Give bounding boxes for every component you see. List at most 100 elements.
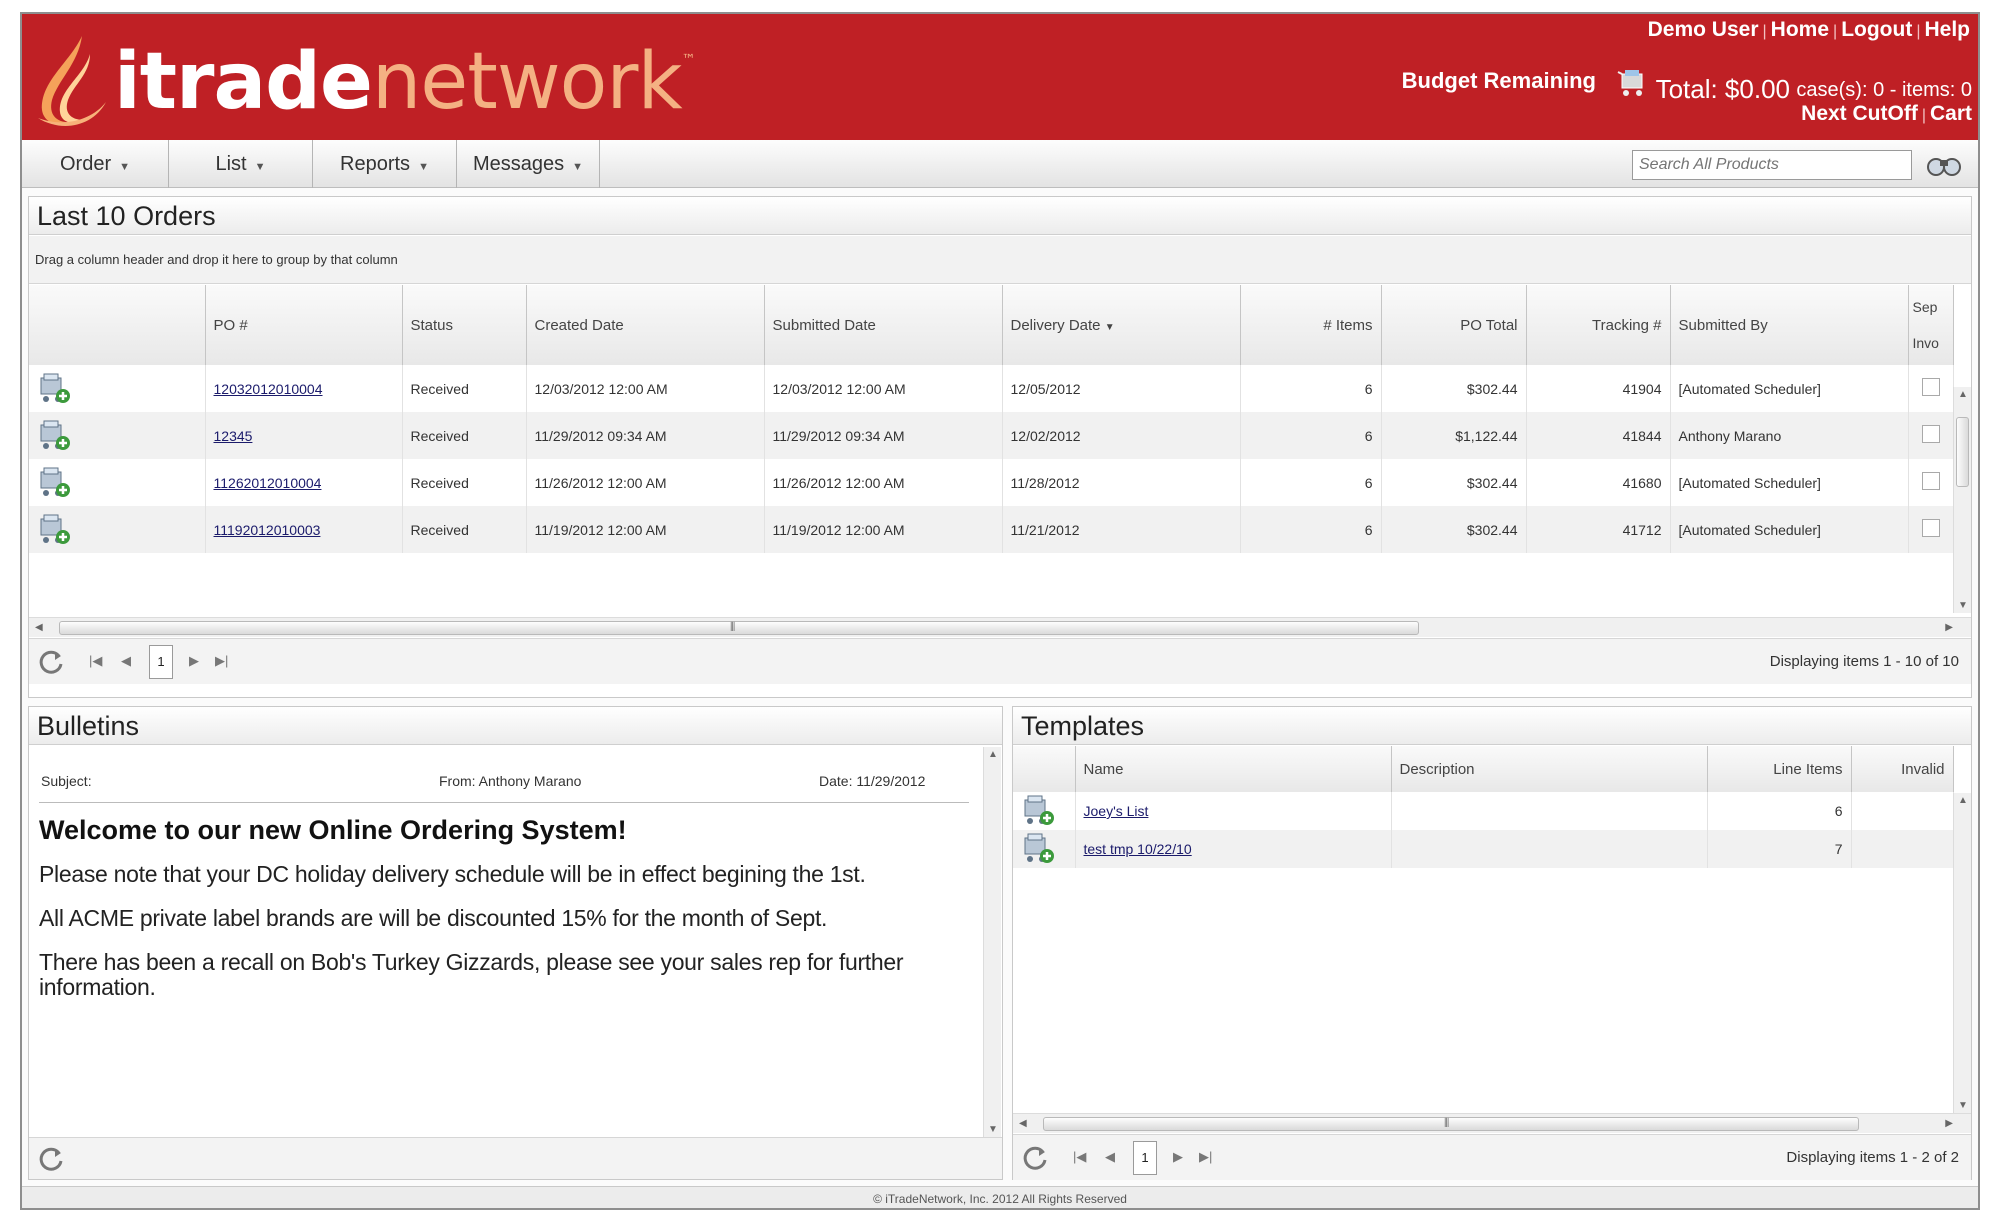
- column-header-delivery[interactable]: Delivery Date ▼: [1002, 285, 1241, 365]
- scroll-down-icon[interactable]: ▼: [988, 1124, 998, 1135]
- po-link[interactable]: 11262012010004: [214, 475, 322, 491]
- scroll-left-icon[interactable]: ◀: [1019, 1118, 1027, 1129]
- reorder-cart-icon[interactable]: [37, 372, 197, 406]
- table-row[interactable]: 12345 Received 11/29/2012 09:34 AM 11/29/20…: [29, 412, 1954, 459]
- menu-messages[interactable]: Messages ▼: [457, 140, 600, 188]
- po-link[interactable]: 12032012010004: [214, 381, 323, 397]
- group-by-drop-zone[interactable]: Drag a column header and drop it here to…: [29, 236, 1971, 284]
- sep-invoice-checkbox[interactable]: [1921, 425, 1940, 443]
- binoculars-icon[interactable]: [1922, 150, 1966, 180]
- column-header-po[interactable]: PO #: [205, 285, 403, 365]
- use-template-cart-icon[interactable]: [1021, 832, 1067, 866]
- menu-order[interactable]: Order ▼: [22, 140, 169, 188]
- page-number[interactable]: 1: [1133, 1141, 1157, 1175]
- column-header-name[interactable]: Name: [1075, 746, 1392, 792]
- items-cell: 6: [1240, 459, 1382, 506]
- menu-reports[interactable]: Reports ▼: [313, 140, 457, 188]
- main-menu-bar: Order ▼ List ▼ Reports ▼ Messages ▼: [22, 140, 1978, 188]
- table-row[interactable]: 11192012010003 Received 11/19/2012 12:00 A…: [29, 506, 1954, 553]
- cart-counts: case(s): 0 - items: 0: [1796, 79, 1972, 101]
- search-all-products-input[interactable]: [1632, 150, 1912, 180]
- column-header-invalid[interactable]: Invalid: [1851, 746, 1954, 792]
- refresh-icon[interactable]: [37, 648, 65, 676]
- last-page-icon[interactable]: ▶|: [1199, 1149, 1212, 1165]
- scroll-down-icon[interactable]: ▼: [1958, 600, 1968, 611]
- next-page-icon[interactable]: ▶: [189, 653, 199, 669]
- help-link[interactable]: Help: [1924, 18, 1970, 41]
- orders-horizontal-scrollbar[interactable]: ◀ ⦀ ▶: [29, 617, 1971, 637]
- logout-link[interactable]: Logout: [1841, 18, 1912, 41]
- sep-invoice-checkbox[interactable]: [1921, 378, 1940, 396]
- refresh-icon[interactable]: [1021, 1144, 1049, 1172]
- shopping-cart-icon[interactable]: [1616, 68, 1650, 98]
- column-header-sep-invoice[interactable]: Sep Invo: [1908, 285, 1954, 365]
- template-line-items-cell: 6: [1707, 792, 1852, 830]
- po-link[interactable]: 11192012010003: [214, 522, 321, 538]
- previous-page-icon[interactable]: ◀: [121, 653, 131, 669]
- app-window: itradenetwork™ Demo User | Home | Logout | Hel…: [20, 12, 1980, 1210]
- cart-total: Total: $0.00: [1655, 74, 1790, 104]
- column-header-line-items[interactable]: Line Items: [1707, 746, 1852, 792]
- scroll-right-icon[interactable]: ▶: [1945, 1118, 1953, 1129]
- template-name-link[interactable]: test tmp 10/22/10: [1084, 841, 1192, 857]
- last-page-icon[interactable]: ▶|: [215, 653, 228, 669]
- orders-vertical-scrollbar[interactable]: ▲ ▼: [1953, 387, 1971, 613]
- scroll-up-icon[interactable]: ▲: [1958, 795, 1968, 806]
- column-header-description[interactable]: Description: [1391, 746, 1708, 792]
- column-header-submitted[interactable]: Submitted Date: [764, 285, 1003, 365]
- column-header-items[interactable]: # Items: [1240, 285, 1382, 365]
- column-header-created[interactable]: Created Date: [526, 285, 765, 365]
- scroll-thumb[interactable]: ⦀: [59, 620, 1419, 635]
- next-cutoff-link[interactable]: Next CutOff: [1801, 102, 1918, 125]
- scroll-left-icon[interactable]: ◀: [35, 622, 43, 633]
- page-number[interactable]: 1: [149, 645, 173, 679]
- template-name-link[interactable]: Joey's List: [1084, 803, 1149, 819]
- reorder-cart-icon[interactable]: [37, 419, 197, 453]
- bulletin-heading: Welcome to our new Online Ordering Syste…: [39, 815, 627, 845]
- home-link[interactable]: Home: [1771, 18, 1829, 41]
- panel-title: Bulletins: [29, 707, 1002, 745]
- template-description-cell: [1391, 830, 1708, 868]
- previous-page-icon[interactable]: ◀: [1105, 1149, 1115, 1165]
- scroll-thumb[interactable]: [1956, 417, 1969, 487]
- menu-label: Order: [59, 153, 112, 175]
- first-page-icon[interactable]: |◀: [89, 653, 102, 669]
- table-row[interactable]: Joey's List 6: [1013, 792, 1954, 830]
- scroll-up-icon[interactable]: ▲: [1958, 389, 1968, 400]
- template-name-cell: Joey's List: [1075, 792, 1392, 830]
- po-link[interactable]: 12345: [214, 428, 253, 444]
- reorder-cart-icon[interactable]: [37, 513, 197, 547]
- refresh-icon[interactable]: [37, 1145, 65, 1173]
- column-header-total[interactable]: PO Total: [1381, 285, 1527, 365]
- bulletin-meta: Subject: From: Anthony Marano Date: 11/2…: [39, 763, 969, 803]
- scroll-down-icon[interactable]: ▼: [1958, 1100, 1968, 1111]
- user-link[interactable]: Demo User: [1648, 18, 1759, 41]
- po-cell: 11262012010004: [205, 459, 403, 506]
- sep-invoice-checkbox[interactable]: [1921, 519, 1940, 537]
- bulletins-vertical-scrollbar[interactable]: ▲ ▼: [983, 747, 1001, 1137]
- last-orders-panel: Last 10 Orders Drag a column header and …: [28, 196, 1972, 698]
- cart-links: Next CutOff | Cart: [1801, 102, 1972, 125]
- sep-invoice-checkbox[interactable]: [1921, 472, 1940, 490]
- next-page-icon[interactable]: ▶: [1173, 1149, 1183, 1165]
- use-template-cell: [1013, 830, 1076, 868]
- first-page-icon[interactable]: |◀: [1073, 1149, 1086, 1165]
- scroll-up-icon[interactable]: ▲: [988, 749, 998, 760]
- created-date-cell: 11/26/2012 12:00 AM: [526, 459, 765, 506]
- reorder-cart-icon[interactable]: [37, 466, 197, 500]
- column-header-status[interactable]: Status: [402, 285, 527, 365]
- table-row[interactable]: test tmp 10/22/10 7: [1013, 830, 1954, 868]
- budget-remaining-link[interactable]: Budget Remaining: [1402, 68, 1596, 94]
- menu-list[interactable]: List ▼: [169, 140, 313, 188]
- scroll-thumb[interactable]: ⦀: [1043, 1116, 1859, 1131]
- use-template-cart-icon[interactable]: [1021, 794, 1067, 828]
- column-header-tracking[interactable]: Tracking #: [1526, 285, 1671, 365]
- table-row[interactable]: 11262012010004 Received 11/26/2012 12:00 A…: [29, 459, 1954, 506]
- table-row[interactable]: 12032012010004 Received 12/03/2012 12:00 A…: [29, 365, 1954, 412]
- templates-horizontal-scrollbar[interactable]: ◀ ⦀ ▶: [1013, 1113, 1971, 1133]
- templates-vertical-scrollbar[interactable]: ▲ ▼: [1953, 793, 1971, 1113]
- cart-link[interactable]: Cart: [1930, 102, 1972, 125]
- scroll-right-icon[interactable]: ▶: [1945, 622, 1953, 633]
- itradenetwork-logo[interactable]: itradenetwork™: [30, 32, 696, 132]
- column-header-submitted-by[interactable]: Submitted By: [1670, 285, 1909, 365]
